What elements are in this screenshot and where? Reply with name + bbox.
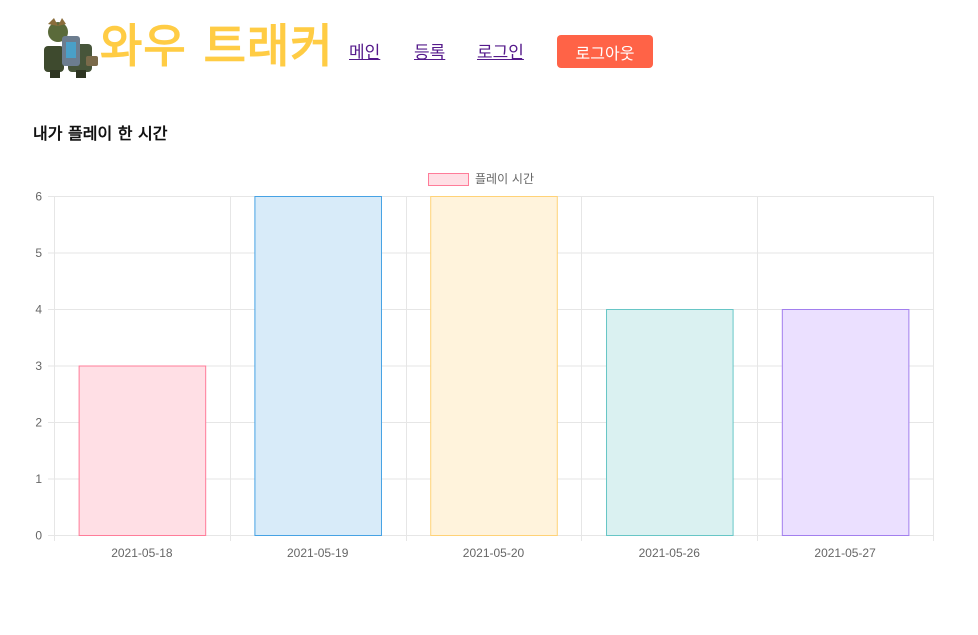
legend-label: 플레이 시간 xyxy=(475,172,534,186)
bar xyxy=(254,196,382,536)
bar xyxy=(78,365,207,536)
y-tick-label: 4 xyxy=(35,303,42,317)
x-tick-label: 2021-05-26 xyxy=(639,546,701,560)
x-tick-label: 2021-05-19 xyxy=(287,546,349,560)
x-tick-label: 2021-05-18 xyxy=(111,546,173,560)
warcraft-character-logo-icon[interactable] xyxy=(38,16,100,80)
logo-text[interactable]: 와우 트래커 xyxy=(100,18,334,74)
y-tick-label: 6 xyxy=(35,190,42,204)
bar xyxy=(606,309,734,536)
nav-link-main[interactable]: 메인 xyxy=(349,38,380,63)
y-tick-label: 1 xyxy=(35,472,42,486)
y-tick-label: 5 xyxy=(35,246,42,260)
section-title: 내가 플레이 한 시간 xyxy=(33,124,168,143)
y-tick-label: 3 xyxy=(35,359,42,373)
play-time-bar-chart: 0 1 2 3 4 5 6 2021-05-18 2021-05-19 2021-05-20 202… xyxy=(35,172,934,560)
logout-button[interactable]: 로그아웃 xyxy=(557,35,653,68)
bar xyxy=(781,309,910,536)
y-tick-label: 0 xyxy=(35,529,42,543)
site-header: 와우 트래커 메인 등록 로그인 로그아웃 xyxy=(0,0,978,100)
x-tick-label: 2021-05-27 xyxy=(814,546,876,560)
legend-swatch xyxy=(428,173,469,186)
x-tick-label: 2021-05-20 xyxy=(463,546,525,560)
nav-link-register[interactable]: 등록 xyxy=(414,38,445,63)
nav-link-login[interactable]: 로그인 xyxy=(477,38,524,63)
bar xyxy=(430,196,558,536)
y-tick-label: 2 xyxy=(35,416,42,430)
